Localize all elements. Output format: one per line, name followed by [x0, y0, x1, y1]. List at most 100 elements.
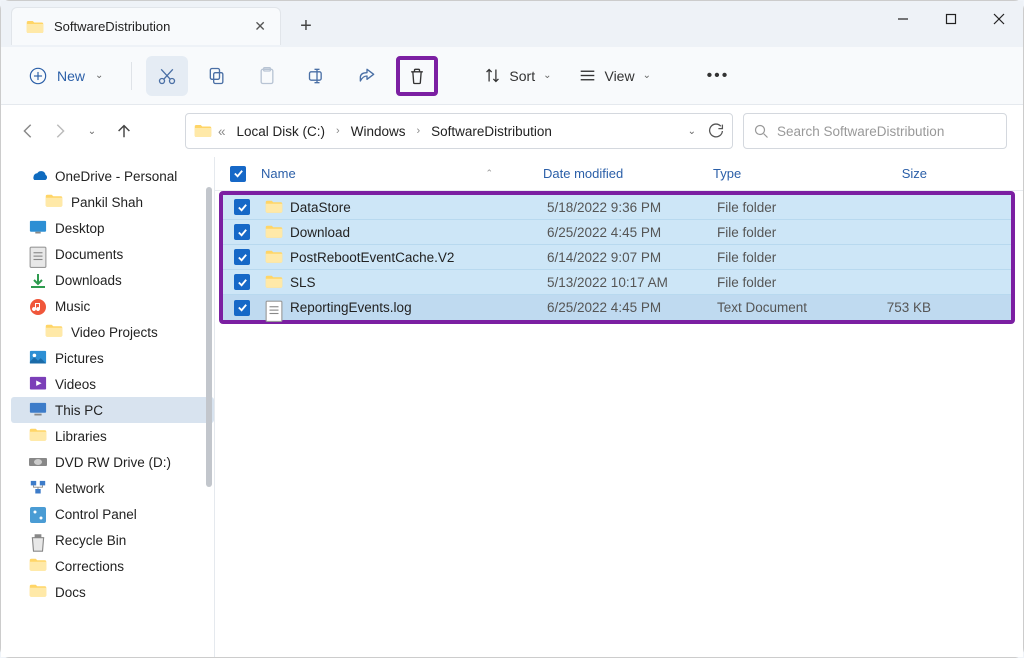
file-type: File folder — [717, 225, 853, 240]
file-name: ReportingEvents.log — [290, 300, 412, 315]
divider — [131, 62, 132, 90]
col-size[interactable]: Size — [849, 166, 937, 181]
breadcrumb-root[interactable]: Local Disk (C:) — [232, 121, 331, 142]
folder-icon — [194, 123, 212, 139]
share-button[interactable] — [346, 56, 388, 96]
sidebar-item-pictures[interactable]: Pictures — [11, 345, 214, 371]
file-date: 5/18/2022 9:36 PM — [547, 200, 717, 215]
col-date[interactable]: Date modified — [543, 166, 713, 181]
chevron-down-icon[interactable]: ⌄ — [688, 126, 696, 137]
sidebar-item-pankil-shah[interactable]: Pankil Shah — [11, 189, 214, 215]
minimize-button[interactable] — [879, 1, 927, 37]
new-button[interactable]: New ⌄ — [15, 60, 117, 92]
chevron-down-icon: ⌄ — [95, 70, 103, 81]
sidebar-item-dvd-rw-drive-d-[interactable]: DVD RW Drive (D:) — [11, 449, 214, 475]
file-date: 6/25/2022 4:45 PM — [547, 225, 717, 240]
sidebar-item-label: Desktop — [55, 221, 105, 236]
row-checkbox[interactable] — [227, 199, 257, 215]
sidebar-item-desktop[interactable]: Desktop — [11, 215, 214, 241]
row-checkbox[interactable] — [227, 274, 257, 290]
sidebar-item-video-projects[interactable]: Video Projects — [11, 319, 214, 345]
file-name: Download — [290, 225, 350, 240]
address-bar[interactable]: « Local Disk (C:) › Windows › SoftwareDi… — [185, 113, 733, 149]
close-window-button[interactable] — [975, 1, 1023, 37]
pictures-icon — [29, 350, 47, 366]
file-row[interactable]: SLS5/13/2022 10:17 AMFile folder — [223, 270, 1011, 295]
file-date: 6/14/2022 9:07 PM — [547, 250, 717, 265]
file-list: Name⌃ Date modified Type Size DataStore 5… — [215, 157, 1023, 657]
view-icon — [579, 67, 596, 84]
folder-icon — [265, 200, 283, 215]
breadcrumb-2[interactable]: SoftwareDistribution — [426, 121, 557, 142]
back-button[interactable] — [17, 120, 39, 142]
sidebar[interactable]: OneDrive - PersonalPankil Shah Desktop Doc… — [1, 157, 215, 657]
scissors-icon — [157, 66, 177, 86]
file-date: 6/25/2022 4:45 PM — [547, 300, 717, 315]
rename-button[interactable] — [296, 56, 338, 96]
file-row[interactable]: DataStore5/18/2022 9:36 PMFile folder — [223, 195, 1011, 220]
tab-title: SoftwareDistribution — [54, 19, 248, 34]
view-label: View — [604, 68, 634, 84]
sidebar-item-videos[interactable]: Videos — [11, 371, 214, 397]
folder-icon — [45, 194, 63, 210]
sidebar-item-libraries[interactable]: Libraries — [11, 423, 214, 449]
select-all-checkbox[interactable] — [223, 166, 253, 182]
new-tab-button[interactable]: + — [289, 9, 323, 43]
row-checkbox[interactable] — [227, 224, 257, 240]
maximize-button[interactable] — [927, 1, 975, 37]
sidebar-item-recycle-bin[interactable]: Recycle Bin — [11, 527, 214, 553]
file-row[interactable]: Download 6/25/2022 4:45 PMFile folder — [223, 220, 1011, 245]
file-size: 753 KB — [853, 300, 941, 315]
documents-icon — [29, 246, 47, 262]
file-row[interactable]: ReportingEvents.log 6/25/2022 4:45 PMText… — [223, 295, 1011, 320]
sidebar-item-onedrive-personal[interactable]: OneDrive - Personal — [11, 163, 214, 189]
file-type: File folder — [717, 250, 853, 265]
sidebar-item-music[interactable]: Music — [11, 293, 214, 319]
refresh-icon[interactable] — [708, 123, 724, 139]
copy-button[interactable] — [196, 56, 238, 96]
sidebar-item-label: Downloads — [55, 273, 122, 288]
breadcrumb-1[interactable]: Windows — [346, 121, 411, 142]
sidebar-item-label: DVD RW Drive (D:) — [55, 455, 171, 470]
sidebar-item-docs[interactable]: Docs — [11, 579, 214, 605]
column-headers: Name⌃ Date modified Type Size — [215, 157, 1023, 191]
window-controls — [879, 1, 1023, 37]
dvd-icon — [29, 454, 47, 470]
new-label: New — [57, 68, 85, 84]
sidebar-item-downloads[interactable]: Downloads — [11, 267, 214, 293]
search-box[interactable]: Search SoftwareDistribution — [743, 113, 1007, 149]
sort-button[interactable]: Sort ⌄ — [474, 61, 561, 90]
folder-icon — [265, 275, 283, 290]
address-bar-row: ⌄ « Local Disk (C:) › Windows › Software… — [1, 105, 1023, 157]
view-button[interactable]: View ⌄ — [569, 61, 660, 90]
cut-button[interactable] — [146, 56, 188, 96]
more-button[interactable]: ••• — [697, 56, 739, 96]
file-name: SLS — [290, 275, 316, 290]
close-tab-icon[interactable]: ✕ — [254, 18, 266, 35]
up-button[interactable] — [113, 120, 135, 142]
file-name: DataStore — [290, 200, 351, 215]
folder-icon — [26, 20, 44, 34]
delete-button[interactable] — [396, 56, 438, 96]
sidebar-item-this-pc[interactable]: This PC — [11, 397, 214, 423]
folder-icon — [265, 250, 283, 265]
scrollbar-thumb[interactable] — [206, 187, 212, 487]
col-type[interactable]: Type — [713, 166, 849, 181]
file-type: Text Document — [717, 300, 853, 315]
trash-icon — [407, 66, 427, 86]
forward-button[interactable] — [49, 120, 71, 142]
sort-label: Sort — [509, 68, 535, 84]
row-checkbox[interactable] — [227, 300, 257, 316]
row-checkbox[interactable] — [227, 249, 257, 265]
paste-button[interactable] — [246, 56, 288, 96]
sidebar-item-network[interactable]: Network — [11, 475, 214, 501]
col-name[interactable]: Name⌃ — [253, 166, 543, 181]
sidebar-item-documents[interactable]: Documents — [11, 241, 214, 267]
sidebar-item-control-panel[interactable]: Control Panel — [11, 501, 214, 527]
copy-icon — [207, 66, 227, 86]
file-type: File folder — [717, 275, 853, 290]
history-dropdown[interactable]: ⌄ — [81, 120, 103, 142]
active-tab[interactable]: SoftwareDistribution ✕ — [11, 7, 281, 45]
sidebar-item-corrections[interactable]: Corrections — [11, 553, 214, 579]
file-row[interactable]: PostRebootEventCache.V26/14/2022 9:07 PM… — [223, 245, 1011, 270]
